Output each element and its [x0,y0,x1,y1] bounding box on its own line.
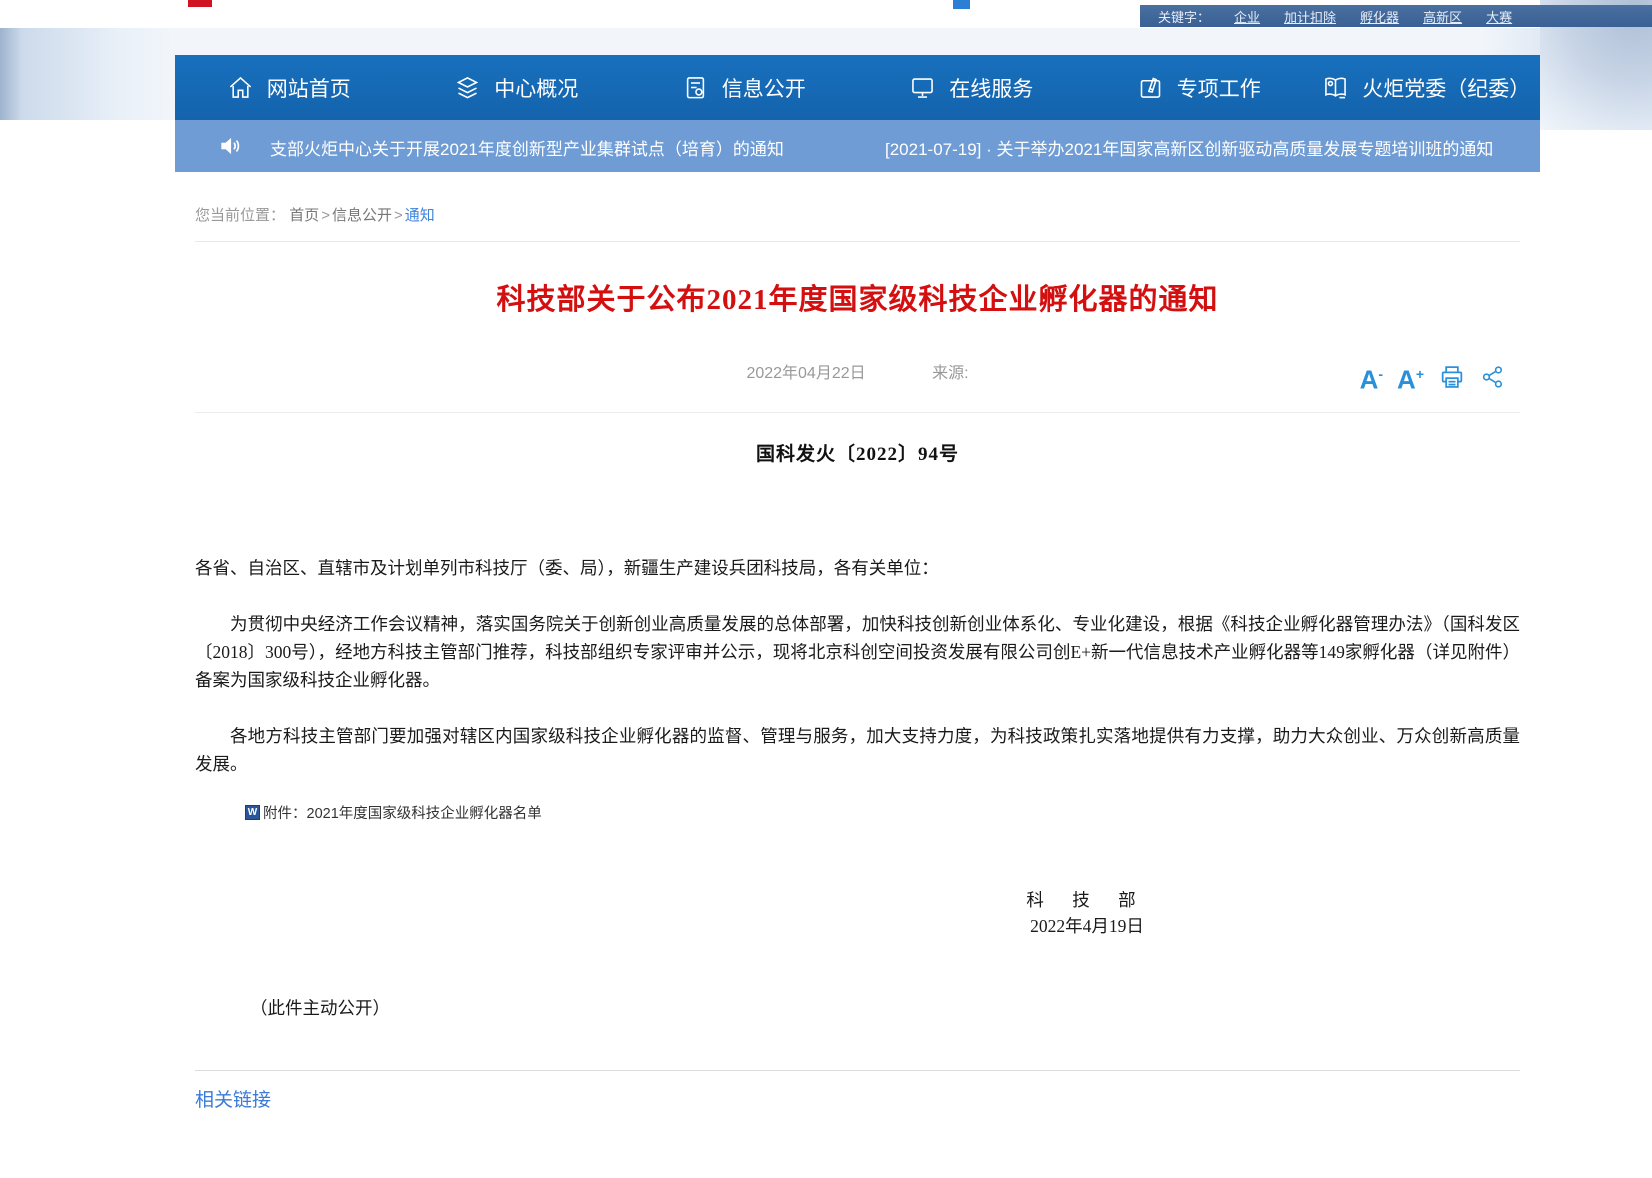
salutation-paragraph: 各省、自治区、直辖市及计划单列市科技厅（委、局），新疆生产建设兵团科技局，各有关… [195,554,1520,582]
nav-item-label: 网站首页 [267,73,351,103]
speaker-icon [217,133,243,164]
keyword-link-fuhuaqi[interactable]: 孵化器 [1360,7,1399,26]
breadcrumb: 您当前位置： 首页>信息公开>通知 [195,172,1520,242]
document-icon [682,74,709,101]
breadcrumb-current-notices[interactable]: 通知 [405,207,435,224]
signature-block: 科 技 部 2022年4月19日 [987,887,1187,939]
monitor-icon [909,74,936,101]
signature-agency: 科 技 部 [987,887,1187,913]
nav-item-special-work[interactable]: 专项工作 [1085,55,1313,120]
nav-item-overview[interactable]: 中心概况 [403,55,631,120]
body-paragraph-1: 为贯彻中央经济工作会议精神，落实国务院关于创新创业高质量发展的总体部署，加快科技… [195,610,1520,694]
keywords-label: 关键字： [1158,7,1210,26]
related-links-divider [195,1070,1520,1071]
keyword-link-dasai[interactable]: 大赛 [1486,7,1512,26]
breadcrumb-info-disclosure[interactable]: 信息公开 [332,207,392,224]
header-icon-fragment [953,0,970,9]
nav-item-label: 火炬党委（纪委） [1362,73,1530,103]
nav-item-info-disclosure[interactable]: 信息公开 [630,55,858,120]
pen-icon [1137,74,1164,101]
source-label: 来源: [932,365,968,382]
keywords-bar: 关键字： 企业 加计扣除 孵化器 高新区 大赛 [1140,5,1652,27]
home-icon [227,74,254,101]
word-doc-icon: W [245,805,260,820]
ticker-notice-right[interactable]: [2021-07-19] · 关于举办2021年国家高新区创新驱动高质量发展专题… [885,135,1493,160]
breadcrumb-home[interactable]: 首页 [289,207,319,224]
related-links-title[interactable]: 相关链接 [195,1085,1520,1112]
page: 关键字： 企业 加计扣除 孵化器 高新区 大赛 网站首页 中心概况 [0,0,1652,1178]
publish-date: 2022年04月22日 [746,365,865,382]
font-increase-button[interactable]: A+ [1397,356,1424,398]
body-paragraph-2: 各地方科技主管部门要加强对辖区内国家级科技企业孵化器的监督、管理与服务，加大支持… [195,722,1520,778]
keyword-link-jiajikouchu[interactable]: 加计扣除 [1284,7,1336,26]
content-area: 您当前位置： 首页>信息公开>通知 科技部关于公布2021年度国家级科技企业孵化… [175,172,1540,1178]
font-decrease-button[interactable]: A- [1360,356,1383,398]
breadcrumb-label: 您当前位置： [195,207,285,224]
logo-fragment [188,0,212,7]
book-icon [1322,74,1349,101]
signature-date: 2022年4月19日 [987,913,1187,939]
document-number: 国科发火〔2022〕94号 [195,439,1520,466]
meta-divider [195,412,1520,413]
nav-item-home[interactable]: 网站首页 [175,55,403,120]
article-title: 科技部关于公布2021年度国家级科技企业孵化器的通知 [195,280,1520,320]
keyword-link-gaoxinqu[interactable]: 高新区 [1423,7,1462,26]
main-nav: 网站首页 中心概况 信息公开 在线服务 [175,55,1540,120]
keyword-link-qiye[interactable]: 企业 [1234,7,1260,26]
nav-item-label: 中心概况 [494,73,578,103]
attachment-label: 附件：2021年度国家级科技企业孵化器名单 [263,802,542,823]
nav-item-label: 信息公开 [722,73,806,103]
nav-item-online-services[interactable]: 在线服务 [858,55,1086,120]
article-tools: A- A+ [1360,356,1506,398]
article-body: 各省、自治区、直辖市及计划单列市科技厅（委、局），新疆生产建设兵团科技局，各有关… [195,554,1520,778]
layers-icon [454,74,481,101]
breadcrumb-separator: > [321,207,330,224]
print-icon[interactable] [1438,363,1466,391]
article-meta-row: 2022年04月22日 来源: A- A+ [195,354,1520,394]
nav-item-label: 在线服务 [949,73,1033,103]
nav-item-party-committee[interactable]: 火炬党委（纪委） [1313,55,1541,120]
ticker-notice-left[interactable]: 支部火炬中心关于开展2021年度创新型产业集群试点（培育）的通知 [270,135,784,160]
nav-item-label: 专项工作 [1177,73,1261,103]
attachment-link[interactable]: W 附件：2021年度国家级科技企业孵化器名单 [245,802,1520,823]
disclosure-note: （此件主动公开） [250,995,1520,1020]
breadcrumb-separator: > [394,207,403,224]
announcement-ticker: 支部火炬中心关于开展2021年度创新型产业集群试点（培育）的通知 [2021-0… [175,120,1540,172]
share-icon[interactable] [1480,364,1506,390]
